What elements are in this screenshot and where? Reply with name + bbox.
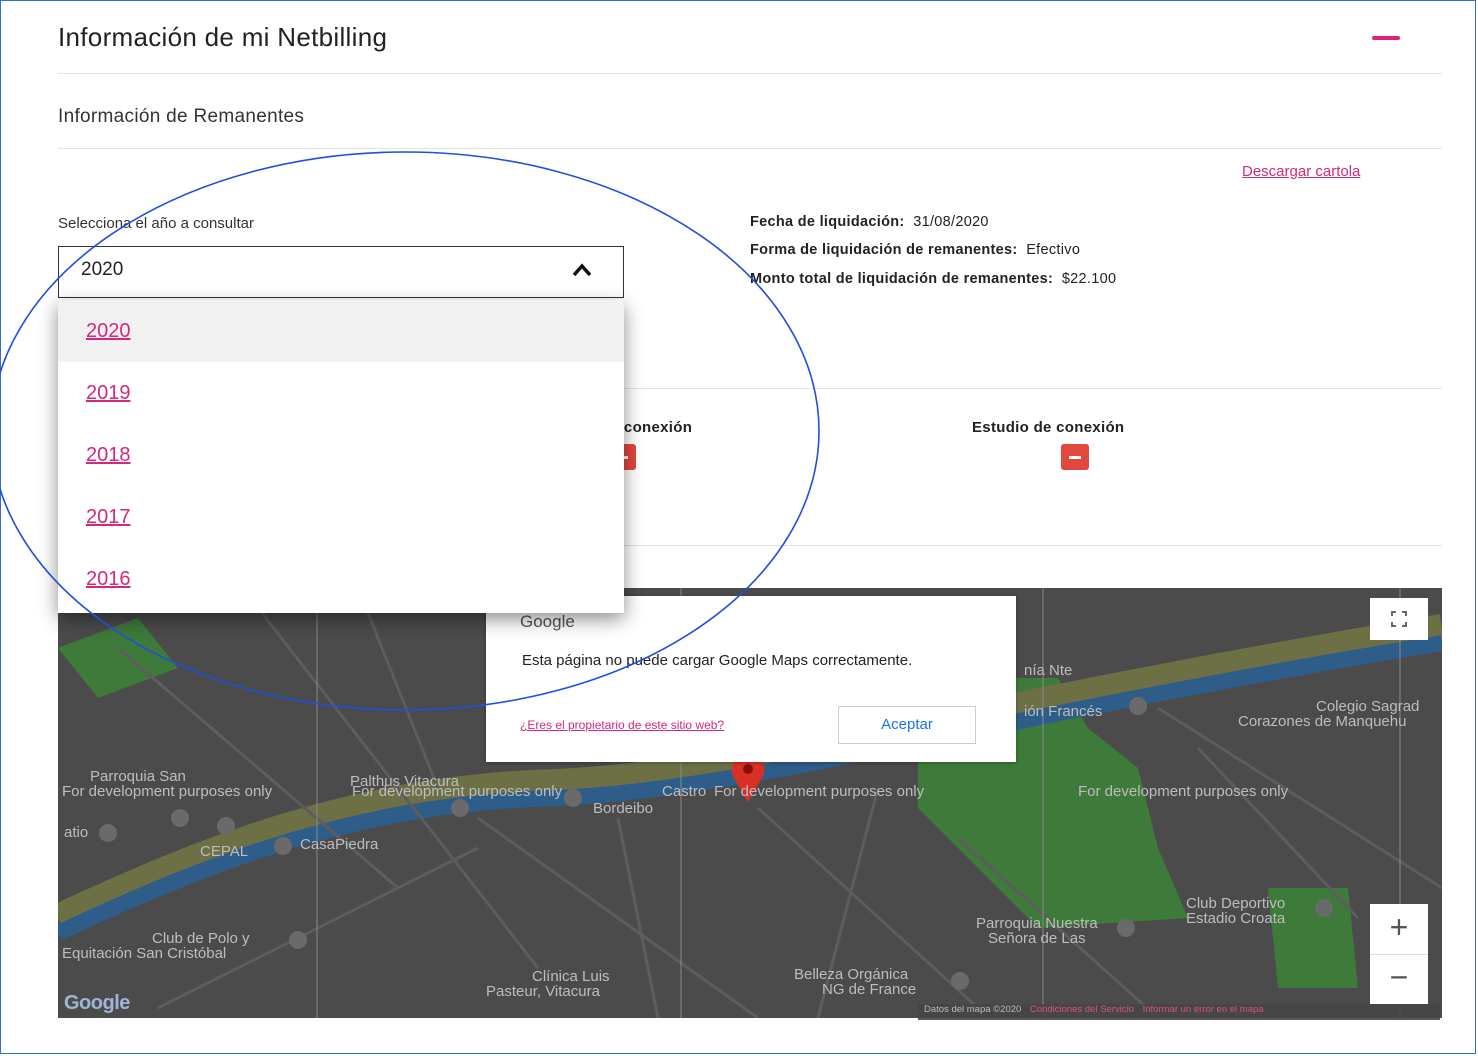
liquidation-form-label: Forma de liquidación de remanentes: xyxy=(750,242,1018,258)
document-label-connection-study: Estudio de conexión xyxy=(972,419,1125,436)
year-select-label: Selecciona el año a consultar xyxy=(58,215,254,232)
map-watermark: For development purposes only xyxy=(352,783,563,800)
divider xyxy=(624,388,1442,389)
map-watermark: For development purposes only xyxy=(62,783,273,800)
divider xyxy=(58,73,1442,74)
fullscreen-icon xyxy=(1391,611,1407,627)
section-title: Información de mi Netbilling xyxy=(58,22,388,52)
year-select-value: 2020 xyxy=(81,259,124,280)
site-owner-link[interactable]: ¿Eres el propietario de este sitio web? xyxy=(520,718,724,732)
liquidation-total-value: $22.100 xyxy=(1061,271,1117,287)
map-data-credit: Datos del mapa ©2020 xyxy=(924,1004,1022,1015)
dialog-brand: Google xyxy=(520,612,575,631)
map-label: Pasteur, Vitacura xyxy=(486,983,600,1000)
map-label: CasaPiedra xyxy=(300,836,379,853)
map-label: Estadio Croata xyxy=(1186,910,1286,927)
map-watermark: For development purposes only xyxy=(1078,783,1289,800)
chevron-up-icon xyxy=(572,263,592,277)
divider xyxy=(624,545,1442,546)
year-dropdown-list: 2020 2019 2018 2017 2016 xyxy=(58,300,624,613)
zoom-out-button[interactable]: − xyxy=(1370,954,1428,1005)
year-option[interactable]: 2016 xyxy=(58,548,624,610)
map-label: Corazones de Manquehu xyxy=(1238,713,1407,730)
map-label: Equitación San Cristóbal xyxy=(62,945,227,962)
liquidation-date-value: 31/08/2020 xyxy=(913,214,989,230)
map-label: nía Nte xyxy=(1024,662,1073,679)
year-option[interactable]: 2018 xyxy=(58,424,624,486)
map-label: Señora de Las xyxy=(988,930,1086,947)
divider xyxy=(58,148,1442,149)
map-footer: Datos del mapa ©2020 Condiciones del Ser… xyxy=(918,1004,1440,1020)
download-statement-link[interactable]: Descargar cartola xyxy=(1242,163,1360,180)
maps-error-dialog: Google Esta página no puede cargar Googl… xyxy=(486,596,1016,762)
liquidation-form-value: Efectivo xyxy=(1026,242,1081,258)
map-label: NG de France xyxy=(822,981,917,998)
subsection-title: Información de Remanentes xyxy=(58,106,305,127)
map-label: CEPAL xyxy=(200,843,249,860)
liquidation-date-label: Fecha de liquidación: xyxy=(750,214,905,230)
year-select[interactable]: 2020 xyxy=(58,246,624,298)
liquidation-total: Monto total de liquidación de remanentes… xyxy=(750,271,1116,287)
year-option[interactable]: 2019 xyxy=(58,362,624,424)
report-error-link[interactable]: Informar un error en el mapa xyxy=(1143,1004,1264,1015)
liquidation-date: Fecha de liquidación: 31/08/2020 xyxy=(750,214,989,230)
map-label: atio xyxy=(64,824,89,841)
map-label: ión Francés xyxy=(1024,703,1103,720)
zoom-control: + − xyxy=(1370,904,1428,1004)
accept-button[interactable]: Aceptar xyxy=(838,706,976,744)
liquidation-total-label: Monto total de liquidación de remanentes… xyxy=(750,271,1054,287)
year-option[interactable]: 2020 xyxy=(58,300,624,362)
collapse-icon[interactable] xyxy=(1372,36,1400,40)
map-label: Bordeibo xyxy=(593,800,654,817)
google-logo: Google xyxy=(64,992,130,1014)
terms-link[interactable]: Condiciones del Servicio xyxy=(1030,1004,1134,1015)
pdf-icon[interactable] xyxy=(1061,444,1089,470)
zoom-in-button[interactable]: + xyxy=(1370,904,1428,954)
dialog-message: Esta página no puede cargar Google Maps … xyxy=(522,652,913,669)
map-label: Castro xyxy=(662,783,707,800)
year-option[interactable]: 2017 xyxy=(58,486,624,548)
liquidation-form: Forma de liquidación de remanentes: Efec… xyxy=(750,242,1080,258)
fullscreen-button[interactable] xyxy=(1370,598,1428,640)
map-watermark: For development purposes only xyxy=(714,783,925,800)
